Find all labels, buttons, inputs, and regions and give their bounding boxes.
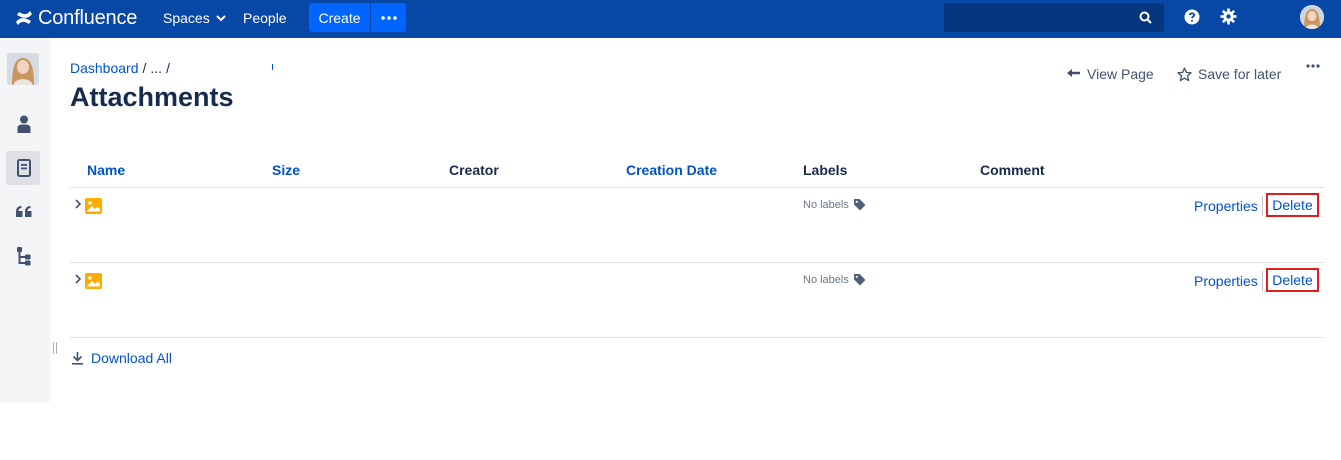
search-icon bbox=[1139, 11, 1152, 24]
spaces-menu[interactable]: Spaces bbox=[163, 9, 226, 27]
properties-link[interactable]: Properties bbox=[1194, 198, 1258, 214]
people-label: People bbox=[243, 10, 287, 26]
labels-cell: No labels bbox=[803, 273, 866, 286]
action-divider bbox=[1262, 271, 1263, 291]
pages-sidebar-button[interactable] bbox=[13, 157, 35, 179]
people-link[interactable]: People bbox=[243, 9, 287, 27]
top-navigation: Confluence Spaces People Create bbox=[0, 0, 1341, 38]
breadcrumb-dashboard-link[interactable]: Dashboard bbox=[70, 60, 139, 76]
create-more-button[interactable] bbox=[371, 3, 406, 32]
chevron-right-icon[interactable] bbox=[74, 199, 82, 209]
properties-link[interactable]: Properties bbox=[1194, 273, 1258, 289]
column-size[interactable]: Size bbox=[272, 162, 300, 178]
column-comment: Comment bbox=[980, 162, 1045, 178]
blog-sidebar-button[interactable] bbox=[13, 201, 35, 223]
more-horizontal-icon bbox=[1306, 64, 1320, 68]
image-file-icon[interactable] bbox=[85, 198, 102, 214]
table-row: No labels Properties Delete bbox=[70, 263, 1324, 338]
table-row: No labels Properties Delete bbox=[70, 188, 1324, 263]
breadcrumb-separator: / bbox=[166, 60, 170, 76]
quote-icon bbox=[16, 206, 32, 217]
help-icon[interactable] bbox=[1184, 9, 1200, 25]
tag-icon[interactable] bbox=[853, 273, 866, 286]
breadcrumb-ellipsis[interactable]: ... bbox=[150, 60, 162, 76]
sidebar bbox=[0, 38, 50, 402]
delete-link[interactable]: Delete bbox=[1266, 193, 1319, 217]
download-all-button[interactable]: Download All bbox=[71, 350, 172, 366]
create-button[interactable]: Create bbox=[309, 3, 370, 32]
star-icon bbox=[1177, 66, 1192, 81]
image-file-icon[interactable] bbox=[85, 273, 102, 289]
column-creator: Creator bbox=[449, 162, 499, 178]
chevron-right-icon[interactable] bbox=[74, 274, 82, 284]
view-page-button[interactable]: View Page bbox=[1066, 66, 1154, 82]
confluence-logo-icon bbox=[16, 11, 32, 25]
chevron-down-icon bbox=[215, 15, 226, 22]
sidebar-resize-handle[interactable] bbox=[53, 342, 57, 354]
column-creation-date[interactable]: Creation Date bbox=[626, 162, 717, 178]
gear-icon[interactable] bbox=[1220, 8, 1237, 25]
breadcrumb-separator: / bbox=[142, 60, 147, 76]
column-labels: Labels bbox=[803, 162, 848, 178]
no-labels-text: No labels bbox=[803, 198, 849, 211]
action-divider bbox=[1262, 196, 1263, 216]
no-labels-text: No labels bbox=[803, 273, 849, 286]
avatar-image bbox=[1300, 5, 1324, 29]
confluence-logo[interactable]: Confluence bbox=[14, 6, 137, 30]
more-horizontal-icon bbox=[380, 15, 397, 20]
delete-link[interactable]: Delete bbox=[1266, 268, 1319, 292]
breadcrumb-current-link[interactable] bbox=[272, 64, 273, 70]
attachments-table-header: Name Size Creator Creation Date Labels C… bbox=[70, 162, 1324, 188]
more-actions-button[interactable] bbox=[1306, 64, 1320, 68]
space-avatar[interactable] bbox=[7, 53, 39, 85]
download-all-label: Download All bbox=[91, 350, 172, 366]
download-icon bbox=[72, 352, 83, 365]
column-name[interactable]: Name bbox=[87, 162, 125, 178]
breadcrumb: Dashboard / ... / bbox=[70, 60, 174, 76]
arrow-left-icon bbox=[1067, 68, 1080, 77]
spaces-label: Spaces bbox=[163, 10, 210, 26]
hierarchy-icon bbox=[17, 247, 31, 266]
search-input[interactable] bbox=[944, 3, 1164, 32]
page-title: Attachments bbox=[70, 82, 234, 112]
view-page-label: View Page bbox=[1087, 66, 1154, 82]
people-sidebar-button[interactable] bbox=[13, 113, 35, 135]
brand-name: Confluence bbox=[38, 6, 138, 29]
tag-icon[interactable] bbox=[853, 198, 866, 211]
save-for-later-button[interactable]: Save for later bbox=[1177, 66, 1281, 82]
user-avatar[interactable] bbox=[1300, 5, 1324, 29]
page-icon bbox=[17, 159, 31, 177]
space-avatar-image bbox=[7, 53, 39, 85]
labels-cell: No labels bbox=[803, 198, 866, 211]
page-tree-sidebar-button[interactable] bbox=[13, 245, 35, 267]
person-icon bbox=[17, 115, 31, 133]
save-for-later-label: Save for later bbox=[1198, 66, 1282, 82]
